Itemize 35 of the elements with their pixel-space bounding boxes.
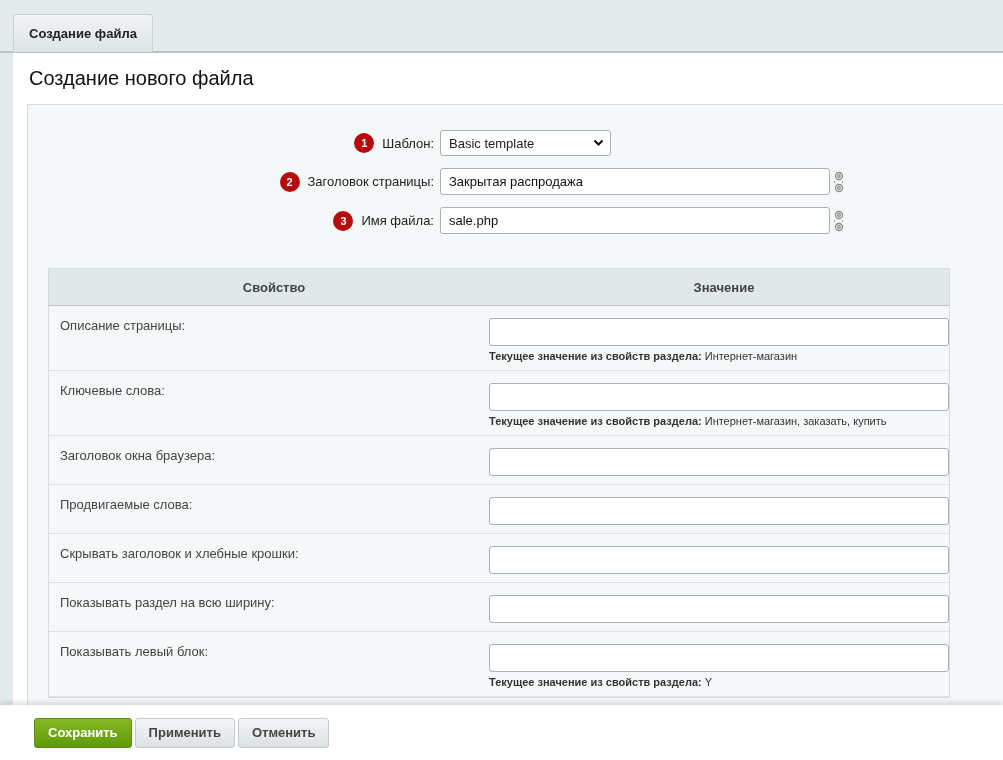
input-field[interactable] (489, 644, 949, 672)
field-label: Имя файла: (361, 213, 434, 228)
step-badge: 2 (279, 171, 300, 192)
column-header: Свойство (241, 278, 307, 297)
step-badge: 1 (354, 133, 375, 153)
inherited-value-hint: Текущее значение из свойств раздела: Интернет-магазин (489, 350, 799, 362)
input-field[interactable] (489, 318, 949, 346)
property-label: Показывать левый блок: (60, 644, 209, 659)
action-button[interactable]: Отменить (237, 717, 330, 748)
property-label: Продвигаемые слова: (60, 497, 193, 512)
property-label: Ключевые слова: (60, 383, 165, 398)
inherited-value-hint: Текущее значение из свойств раздела: Y (489, 676, 714, 688)
field-label: Шаблон: (382, 135, 434, 151)
input-field[interactable] (489, 595, 949, 623)
column-header: Значение (692, 278, 756, 297)
tab[interactable]: Создание файла (13, 14, 153, 52)
step-badge: 3 (333, 210, 354, 231)
chain-link-icon[interactable] (833, 169, 845, 194)
template-select[interactable]: Basic template (440, 130, 611, 156)
input-field[interactable] (489, 497, 949, 525)
input-field[interactable] (489, 448, 949, 476)
page-heading: Создание нового файла (28, 66, 255, 91)
property-label: Описание страницы: (60, 318, 186, 333)
field-label: Заголовок страницы: (307, 174, 434, 189)
property-label: Заголовок окна браузера: (60, 448, 216, 463)
caret-icon (593, 139, 604, 147)
input-field[interactable]: Закрытая распродажа (440, 168, 830, 195)
input-field[interactable] (489, 546, 949, 574)
input-field[interactable]: sale.php (440, 207, 830, 234)
input-field[interactable] (489, 383, 949, 411)
chain-link-icon[interactable] (833, 208, 845, 233)
inherited-value-hint: Текущее значение из свойств раздела: Интернет-магазин, заказать, купить (489, 415, 888, 427)
action-button[interactable]: Применить (134, 717, 235, 748)
property-label: Показывать раздел на всю ширину: (60, 595, 275, 610)
property-label: Скрывать заголовок и хлебные крошки: (60, 546, 299, 561)
